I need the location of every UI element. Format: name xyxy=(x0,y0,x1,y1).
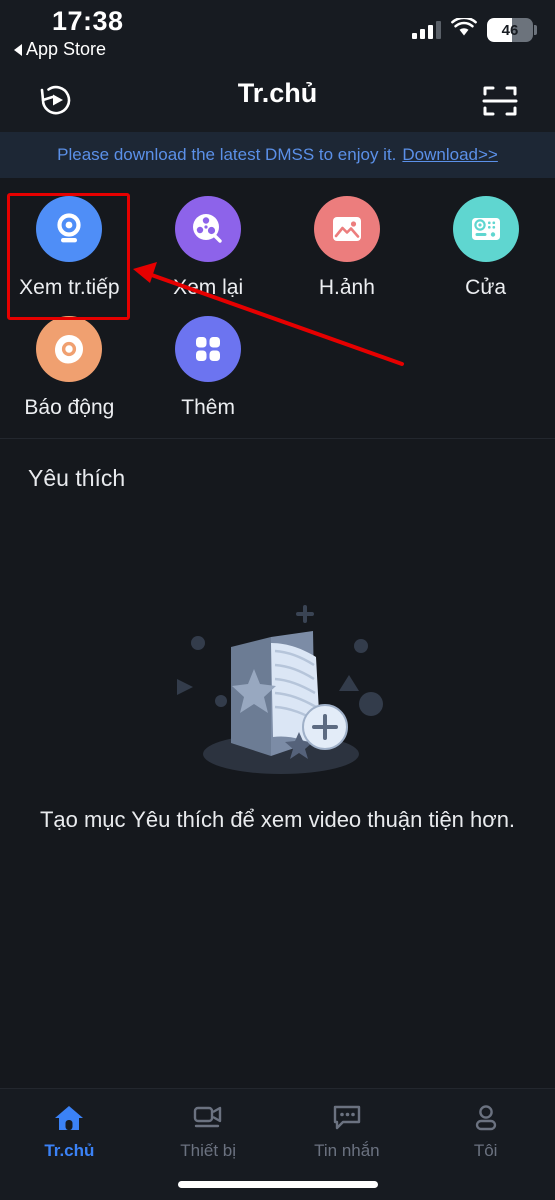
favorites-empty-state: Tạo mục Yêu thích để xem video thuận tiệ… xyxy=(0,492,555,932)
feature-item-playback[interactable]: Xem lại xyxy=(139,196,278,300)
tab-home[interactable]: Tr.chủ xyxy=(0,1103,139,1161)
feature-label: Báo động xyxy=(24,396,115,419)
tab-messages[interactable]: Tin nhắn xyxy=(278,1103,417,1161)
back-app-label: App Store xyxy=(26,39,107,59)
wifi-icon xyxy=(451,16,477,42)
feature-item-live-view[interactable]: Xem tr.tiếp xyxy=(0,196,139,300)
status-bar: 17:38 App Store 46 xyxy=(0,0,555,64)
home-icon xyxy=(55,1106,84,1130)
feature-item-images[interactable]: H.ảnh xyxy=(278,196,417,300)
photo-image-icon xyxy=(313,196,380,262)
feature-label: H.ảnh xyxy=(318,276,375,299)
feature-label: Xem lại xyxy=(173,276,244,299)
status-bar-indicators: 46 xyxy=(412,16,537,42)
tab-label: Tin nhắn xyxy=(314,1141,380,1160)
person-profile-icon xyxy=(475,1105,496,1131)
update-banner[interactable]: Please download the latest DMSS to enjoy… xyxy=(0,132,555,178)
tab-label: Tôi xyxy=(473,1141,498,1160)
bottom-tab-bar: Tr.chủ Thiết bị Tin nhắn Tôi xyxy=(0,1088,555,1200)
tab-devices[interactable]: Thiết bị xyxy=(139,1103,278,1161)
film-reel-icon xyxy=(175,196,242,262)
feature-grid: Xem tr.tiếp Xem lại H.ảnh Cửa Báo động T… xyxy=(0,196,555,420)
tab-label: Tr.chủ xyxy=(44,1141,95,1160)
grid-more-icon xyxy=(175,316,242,382)
favorites-title: Yêu thích xyxy=(28,465,126,491)
feature-item-alarm[interactable]: Báo động xyxy=(0,316,139,420)
page-title: Tr.chủ xyxy=(237,78,318,108)
app-screen: 17:38 App Store 46 Tr.chủ Please downloa… xyxy=(0,0,555,1200)
battery-icon: 46 xyxy=(487,18,537,42)
empty-favorites-book-icon xyxy=(176,605,383,774)
app-header: Tr.chủ xyxy=(0,64,555,132)
feature-label: Xem tr.tiếp xyxy=(19,276,120,299)
door-station-icon xyxy=(452,196,519,262)
feature-label: Cửa xyxy=(465,276,507,299)
feature-item-door[interactable]: Cửa xyxy=(416,196,555,300)
qr-scan-icon[interactable] xyxy=(479,80,521,122)
banner-download-link[interactable]: Download>> xyxy=(402,145,497,165)
status-bar-time: 17:38 xyxy=(52,6,124,36)
alarm-siren-icon xyxy=(36,316,103,382)
banner-text: Please download the latest DMSS to enjoy… xyxy=(57,145,397,164)
back-triangle-icon xyxy=(14,43,22,56)
battery-percent-label: 46 xyxy=(501,21,519,39)
cellular-signal-icon xyxy=(412,21,441,39)
feature-label: Thêm xyxy=(181,396,235,419)
favorites-section: Yêu thích Tạo mục Yêu thích để xem video… xyxy=(0,439,555,932)
tab-profile[interactable]: Tôi xyxy=(416,1103,555,1161)
device-camera-icon xyxy=(193,1106,222,1128)
favorites-empty-text: Tạo mục Yêu thích để xem video thuận tiệ… xyxy=(39,807,516,832)
feature-item-more[interactable]: Thêm xyxy=(139,316,278,420)
feature-grid-section: Xem tr.tiếp Xem lại H.ảnh Cửa Báo động T… xyxy=(0,178,555,434)
tab-label: Thiết bị xyxy=(180,1141,236,1160)
return-to-app-store-link[interactable]: App Store xyxy=(14,39,106,60)
message-bubble-icon xyxy=(333,1105,361,1130)
home-indicator xyxy=(177,1181,378,1188)
camera-live-icon xyxy=(36,196,103,262)
